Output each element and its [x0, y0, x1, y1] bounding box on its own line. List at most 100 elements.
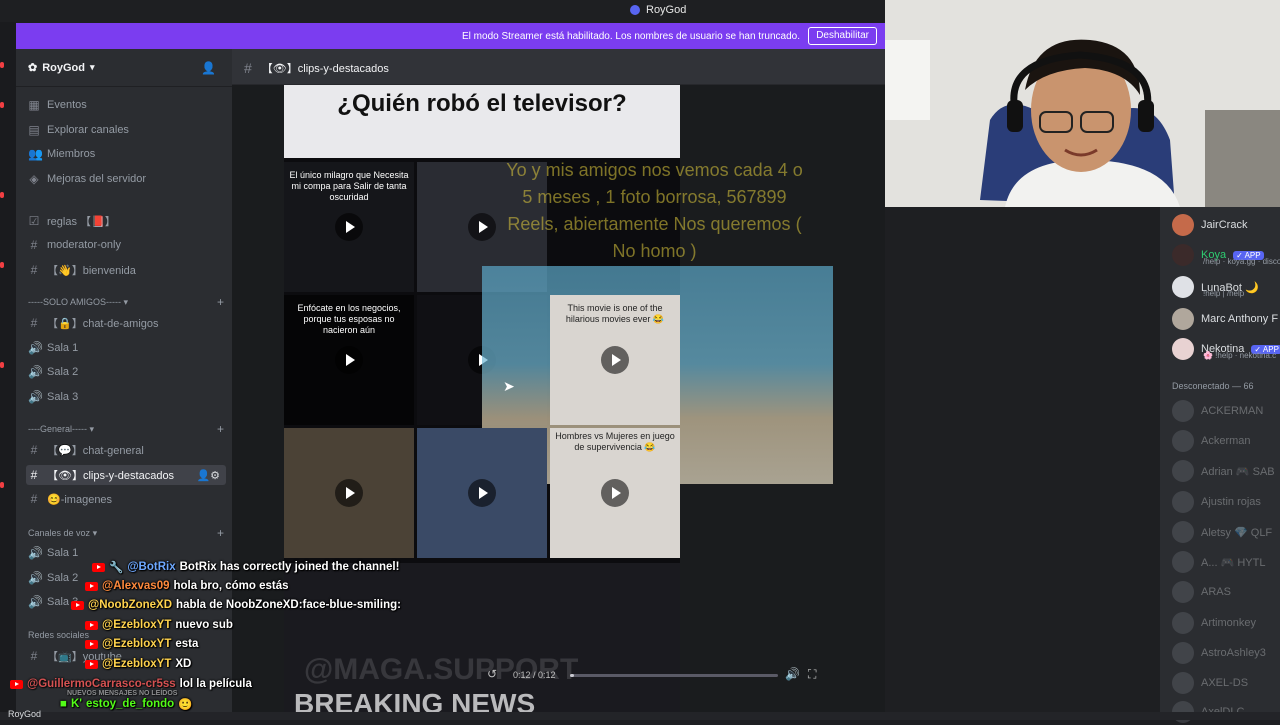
nav-server-boost[interactable]: ◈ Mejoras del servidor — [26, 169, 226, 189]
member-item[interactable]: ACKERMAN — [1172, 398, 1280, 424]
avatar — [1172, 276, 1194, 298]
add-channel-icon[interactable]: + — [217, 422, 224, 436]
clip-tile[interactable]: Enfócate en los negocios, porque tus esp… — [284, 295, 414, 425]
channel-clips-y-destacados[interactable]: # 【👁】clips-y-destacados 👤⚙ — [26, 465, 226, 485]
member-item[interactable]: AXEL-DS — [1172, 670, 1280, 696]
clip-tile[interactable] — [284, 428, 414, 558]
grid-icon: ▤ — [28, 123, 40, 137]
clip-tile[interactable]: Hombres vs Mujeres en juego de supervive… — [550, 428, 680, 558]
server-badge[interactable] — [0, 362, 4, 368]
member-item[interactable]: Ackerman — [1172, 428, 1280, 454]
category-voice[interactable]: Canales de voz ▾ + — [28, 526, 224, 542]
member-item[interactable]: Aletsy 💎 QLF — [1172, 519, 1280, 545]
streamer-mode-banner: El modo Streamer está habilitado. Los no… — [16, 23, 885, 49]
play-icon[interactable] — [335, 479, 363, 507]
member-item[interactable]: Ajustin rojas — [1172, 489, 1280, 515]
nav-members[interactable]: 👥 Miembros — [26, 144, 226, 164]
offline-header: Desconectado — 66 — [1172, 381, 1254, 391]
voice-sala-3[interactable]: 🔊 Sala 3 — [26, 387, 226, 407]
hash-icon: # — [30, 468, 38, 482]
play-icon[interactable] — [335, 346, 363, 374]
play-icon[interactable] — [601, 346, 629, 374]
stream-chat-overlay: 🔧 @BotRix BotRix has correctly joined the … — [0, 558, 520, 720]
video-top-caption: ¿Quién robó el televisor? — [284, 85, 680, 158]
voice-sala-2[interactable]: 🔊 Sala 2 — [26, 362, 226, 382]
server-badge[interactable] — [0, 192, 4, 198]
avatar — [1172, 400, 1194, 422]
avatar — [1172, 612, 1194, 634]
add-channel-icon[interactable]: + — [217, 295, 224, 309]
channel-moderator-only[interactable]: # moderator-only — [26, 235, 226, 255]
avatar — [1172, 338, 1194, 360]
webcam-feed — [885, 0, 1280, 207]
play-icon[interactable] — [468, 479, 496, 507]
speaker-icon: 🔊 — [28, 390, 43, 404]
channel-chat-general[interactable]: # 【💬】chat-general — [26, 440, 226, 460]
streamer-webcam-image — [885, 0, 1280, 207]
add-channel-icon[interactable]: + — [217, 526, 224, 540]
chevron-down-icon: ▾ — [90, 62, 95, 72]
play-icon[interactable] — [601, 479, 629, 507]
disable-streamer-button[interactable]: Deshabilitar — [808, 27, 877, 45]
youtube-icon — [85, 581, 98, 591]
play-icon[interactable] — [335, 213, 363, 241]
calendar-icon: ▦ — [28, 98, 40, 112]
member-item[interactable]: Artimonkey — [1172, 610, 1280, 636]
nav-events[interactable]: ▦ Eventos — [26, 95, 226, 115]
emote-icon: 🙂 — [178, 699, 193, 711]
hash-icon: # — [244, 60, 252, 76]
kick-icon: ■ — [60, 698, 67, 710]
gear-icon[interactable]: 👤⚙ — [196, 469, 220, 482]
avatar — [1172, 521, 1194, 543]
wrench-icon: 🔧 — [109, 562, 124, 574]
discord-logo-icon — [630, 5, 640, 15]
chevron-down-icon: ▾ — [89, 424, 95, 434]
server-badge[interactable] — [0, 102, 4, 108]
channel-reglas[interactable]: ☑ reglas 【📕】 — [26, 211, 226, 231]
channel-title: 【👁】clips-y-destacados — [261, 63, 389, 75]
category-general[interactable]: ----General----- ▾ + — [28, 422, 224, 438]
invite-user-icon[interactable]: 👤 — [201, 61, 216, 75]
member-item[interactable]: A... 🎮 HYTL — [1172, 549, 1280, 575]
member-item[interactable]: ARAS — [1172, 579, 1280, 605]
hash-icon: # — [30, 316, 38, 330]
nav-browse-channels[interactable]: ▤ Explorar canales — [26, 120, 226, 140]
members-sidebar: JairCrack Koya ✓ APP/help · koya.gg · dis… — [1160, 207, 1280, 723]
play-icon[interactable] — [468, 213, 496, 241]
member-item[interactable]: Koya ✓ APP/help · koya.gg · disco — [1172, 242, 1280, 268]
avatar — [1172, 244, 1194, 266]
avatar — [1172, 430, 1194, 452]
channel-imagenes[interactable]: # 😊-imagenes — [26, 489, 226, 509]
channel-chat-de-amigos[interactable]: # 【🔒】chat-de-amigos — [26, 313, 226, 333]
member-item[interactable]: LunaBot 🌙 !help | /help — [1172, 274, 1280, 300]
youtube-icon — [10, 679, 23, 689]
clip-tile[interactable]: This movie is one of the hilarious movie… — [550, 295, 680, 425]
fullscreen-icon[interactable]: ⛶ — [808, 667, 816, 682]
hash-icon: # — [30, 238, 38, 252]
chevron-down-icon: ▾ — [123, 297, 129, 307]
server-badge[interactable] — [0, 262, 4, 268]
volume-icon[interactable]: 🔊 — [785, 667, 800, 681]
member-item[interactable]: JairCrack — [1172, 212, 1280, 238]
server-badge[interactable] — [0, 482, 4, 488]
bottom-bar: RoyGod — [0, 709, 1280, 720]
avatar — [1172, 551, 1194, 573]
hash-icon: # — [30, 492, 38, 506]
video-seek-bar[interactable] — [570, 674, 778, 677]
member-item[interactable]: Marc Anthony F — [1172, 306, 1280, 332]
voice-sala-1[interactable]: 🔊 Sala 1 — [26, 338, 226, 358]
avatar — [1172, 308, 1194, 330]
member-item[interactable]: Nekotina ✓ APP 🌸 !help · nekotina.c — [1172, 336, 1280, 362]
member-item[interactable]: AstroAshley3 — [1172, 640, 1280, 666]
channel-bienvenida[interactable]: # 【👋】bienvenida — [26, 260, 226, 280]
clip-tile[interactable] — [417, 428, 547, 558]
window-title: RoyGod — [630, 4, 686, 16]
clip-tile[interactable]: El único milagro que Necesita mi compa p… — [284, 162, 414, 292]
member-item[interactable]: Adrian 🎮 SAB — [1172, 458, 1280, 484]
chat-line: @NoobZoneXD habla de NoobZoneXD:face-blue… — [71, 596, 401, 614]
category-solo-amigos[interactable]: -----SOLO AMIGOS----- ▾ + — [28, 295, 224, 311]
members-icon: 👥 — [28, 147, 43, 161]
server-header[interactable]: ✿ RoyGod ▾ 👤 — [16, 49, 232, 87]
server-badge[interactable] — [0, 62, 4, 68]
kick-badge-icon: K' — [70, 698, 82, 710]
